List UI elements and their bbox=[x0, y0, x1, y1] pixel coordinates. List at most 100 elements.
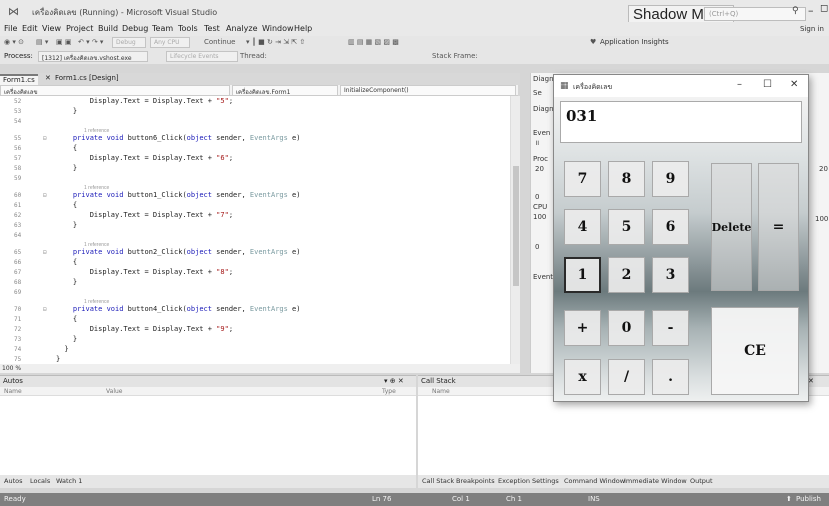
diag-right-20: 20 bbox=[819, 165, 828, 173]
delete-button[interactable]: Delete bbox=[711, 163, 752, 291]
tab-breakpoints[interactable]: Breakpoints bbox=[456, 477, 495, 485]
lifecycle-events-select[interactable]: Lifecycle Events bbox=[166, 51, 238, 62]
tab-immediate-window[interactable]: Immediate Window bbox=[624, 477, 687, 485]
decimal-button[interactable]: . bbox=[652, 359, 689, 395]
button-1[interactable]: 1 bbox=[564, 257, 601, 293]
minimize-icon[interactable]: – bbox=[808, 4, 814, 17]
app-insights-button[interactable]: Application Insights bbox=[600, 38, 669, 46]
autos-pane: Autos ▾ ⊕ ✕ Name Value Type Autos Locals… bbox=[0, 375, 416, 488]
publish-icon[interactable]: ⬆ bbox=[786, 495, 792, 503]
tab-call-stack[interactable]: Call Stack bbox=[422, 477, 454, 485]
menu-edit[interactable]: Edit bbox=[22, 24, 38, 33]
cs-col-name[interactable]: Name bbox=[432, 388, 450, 395]
class-dropdown[interactable]: เครื่องคิดเลข.Form1 bbox=[232, 85, 338, 96]
button-6[interactable]: 6 bbox=[652, 209, 689, 245]
menu-view[interactable]: View bbox=[42, 24, 61, 33]
scrollbar-thumb[interactable] bbox=[513, 166, 519, 286]
tab-form1-design[interactable]: Form1.cs [Design] bbox=[52, 74, 122, 82]
menu-test[interactable]: Test bbox=[204, 24, 220, 33]
collapse-icon[interactable]: ⊟ bbox=[43, 249, 47, 256]
divide-button[interactable]: / bbox=[608, 359, 645, 395]
continue-button[interactable]: Continue bbox=[204, 38, 235, 46]
menu-build[interactable]: Build bbox=[98, 24, 118, 33]
minimize-icon[interactable]: – bbox=[737, 79, 742, 90]
collapse-icon[interactable]: ⊟ bbox=[43, 306, 47, 313]
tab-exception-settings[interactable]: Exception Settings bbox=[498, 477, 559, 485]
collapse-icon[interactable]: ⊟ bbox=[43, 135, 47, 142]
maximize-icon[interactable]: ☐ bbox=[763, 79, 772, 90]
tab-locals[interactable]: Locals bbox=[30, 477, 50, 485]
collapse-icon[interactable]: ⊟ bbox=[43, 192, 47, 199]
menu-debug[interactable]: Debug bbox=[122, 24, 148, 33]
diag-label: Diagn bbox=[533, 105, 554, 113]
editor-vertical-scrollbar[interactable] bbox=[510, 96, 520, 364]
search-icon[interactable]: ⚲ bbox=[792, 6, 799, 16]
minus-button[interactable]: - bbox=[652, 310, 689, 346]
line-number: 75 bbox=[14, 356, 22, 363]
project-dropdown[interactable]: เครื่องคิดเลข bbox=[0, 85, 230, 96]
clear-entry-button[interactable]: CE bbox=[711, 307, 799, 395]
new-project-icon[interactable]: ▤ ▾ bbox=[36, 38, 48, 46]
menu-window[interactable]: Window bbox=[262, 24, 294, 33]
undo-icon[interactable]: ↶ ▾ ↷ ▾ bbox=[78, 38, 103, 46]
close-icon[interactable]: ✕ bbox=[790, 79, 798, 90]
menu-team[interactable]: Team bbox=[152, 24, 173, 33]
back-icon[interactable]: ◉ ▾ ⊙ bbox=[4, 38, 24, 46]
maximize-icon[interactable]: ◻ bbox=[820, 3, 828, 14]
code-line: { bbox=[56, 258, 78, 266]
diag-pause-icon[interactable]: ॥ bbox=[535, 139, 539, 148]
calculator-titlebar[interactable]: ▦ เครื่องคิดเลข – ☐ ✕ bbox=[554, 75, 808, 97]
tab-command-window[interactable]: Command Window bbox=[564, 477, 625, 485]
autos-title: Autos bbox=[3, 377, 23, 385]
plus-button[interactable]: + bbox=[564, 310, 601, 346]
tab-watch1[interactable]: Watch 1 bbox=[56, 477, 82, 485]
menu-analyze[interactable]: Analyze bbox=[226, 24, 258, 33]
menu-tools[interactable]: Tools bbox=[178, 24, 198, 33]
status-bar: Ready Ln 76 Col 1 Ch 1 INS ⬆ Publish bbox=[0, 493, 829, 506]
code-line: private void button6_Click(object sender… bbox=[72, 134, 301, 142]
pin-icon[interactable]: ▾ ⊕ ✕ bbox=[384, 377, 404, 385]
col-name[interactable]: Name bbox=[4, 388, 22, 395]
save-icon[interactable]: ▣ ▣ bbox=[56, 38, 71, 46]
menu-help[interactable]: Help bbox=[294, 24, 312, 33]
format-tools-icon[interactable]: ▥ ▤ ▦ ▧ ▨ ▩ bbox=[348, 38, 399, 46]
line-number: 55 bbox=[14, 135, 22, 142]
button-8[interactable]: 8 bbox=[608, 161, 645, 197]
publish-button[interactable]: Publish bbox=[796, 495, 821, 503]
code-editor[interactable]: 52 53 54 55 ⊟ 56 57 58 59 60 ⊟ 61 62 63 64 65 ⊟ 66 67 68 69 7… bbox=[0, 96, 510, 364]
call-stack-title: Call Stack bbox=[421, 377, 456, 385]
button-0[interactable]: 0 bbox=[608, 310, 645, 346]
equals-button[interactable]: = bbox=[758, 163, 799, 291]
calculator-body: 031 7 8 9 4 5 6 1 2 3 + 0 - x / . Delete… bbox=[554, 97, 808, 401]
tab-form1-cs[interactable]: Form1.cs bbox=[0, 74, 38, 85]
multiply-button[interactable]: x bbox=[564, 359, 601, 395]
button-3[interactable]: 3 bbox=[652, 257, 689, 293]
quick-launch-input[interactable]: (Ctrl+Q) bbox=[704, 7, 806, 21]
diag-session[interactable]: Se bbox=[533, 89, 542, 97]
line-number: 56 bbox=[14, 145, 22, 152]
tab-output[interactable]: Output bbox=[690, 477, 713, 485]
button-4[interactable]: 4 bbox=[564, 209, 601, 245]
autos-tab-strip: Autos Locals Watch 1 bbox=[0, 475, 416, 488]
zoom-level[interactable]: 100 % bbox=[2, 365, 21, 372]
button-2[interactable]: 2 bbox=[608, 257, 645, 293]
editor-zoom-bar: 100 % bbox=[0, 364, 520, 373]
menu-file[interactable]: File bbox=[4, 24, 17, 33]
platform-select[interactable]: Any CPU bbox=[150, 37, 190, 48]
code-line: } bbox=[56, 345, 69, 353]
menu-project[interactable]: Project bbox=[66, 24, 93, 33]
app-insights-icon[interactable]: ♥ bbox=[590, 38, 596, 46]
member-dropdown[interactable]: InitializeComponent() bbox=[340, 85, 516, 96]
process-select[interactable]: [1312] เครื่องคิดเลข.vshost.exe bbox=[38, 51, 148, 62]
display-textbox[interactable]: 031 bbox=[560, 101, 802, 143]
sign-in-link[interactable]: Sign in bbox=[800, 25, 824, 33]
tab-autos[interactable]: Autos bbox=[4, 477, 22, 485]
debug-controls-icon[interactable]: ▾ ║ ■ ↻ ⇥ ⇲ ⇱ ⇧ bbox=[246, 38, 305, 46]
button-5[interactable]: 5 bbox=[608, 209, 645, 245]
button-7[interactable]: 7 bbox=[564, 161, 601, 197]
col-type[interactable]: Type bbox=[382, 388, 396, 395]
solution-config-select[interactable]: Debug bbox=[112, 37, 146, 48]
line-number: 61 bbox=[14, 202, 22, 209]
col-value[interactable]: Value bbox=[106, 388, 122, 395]
button-9[interactable]: 9 bbox=[652, 161, 689, 197]
